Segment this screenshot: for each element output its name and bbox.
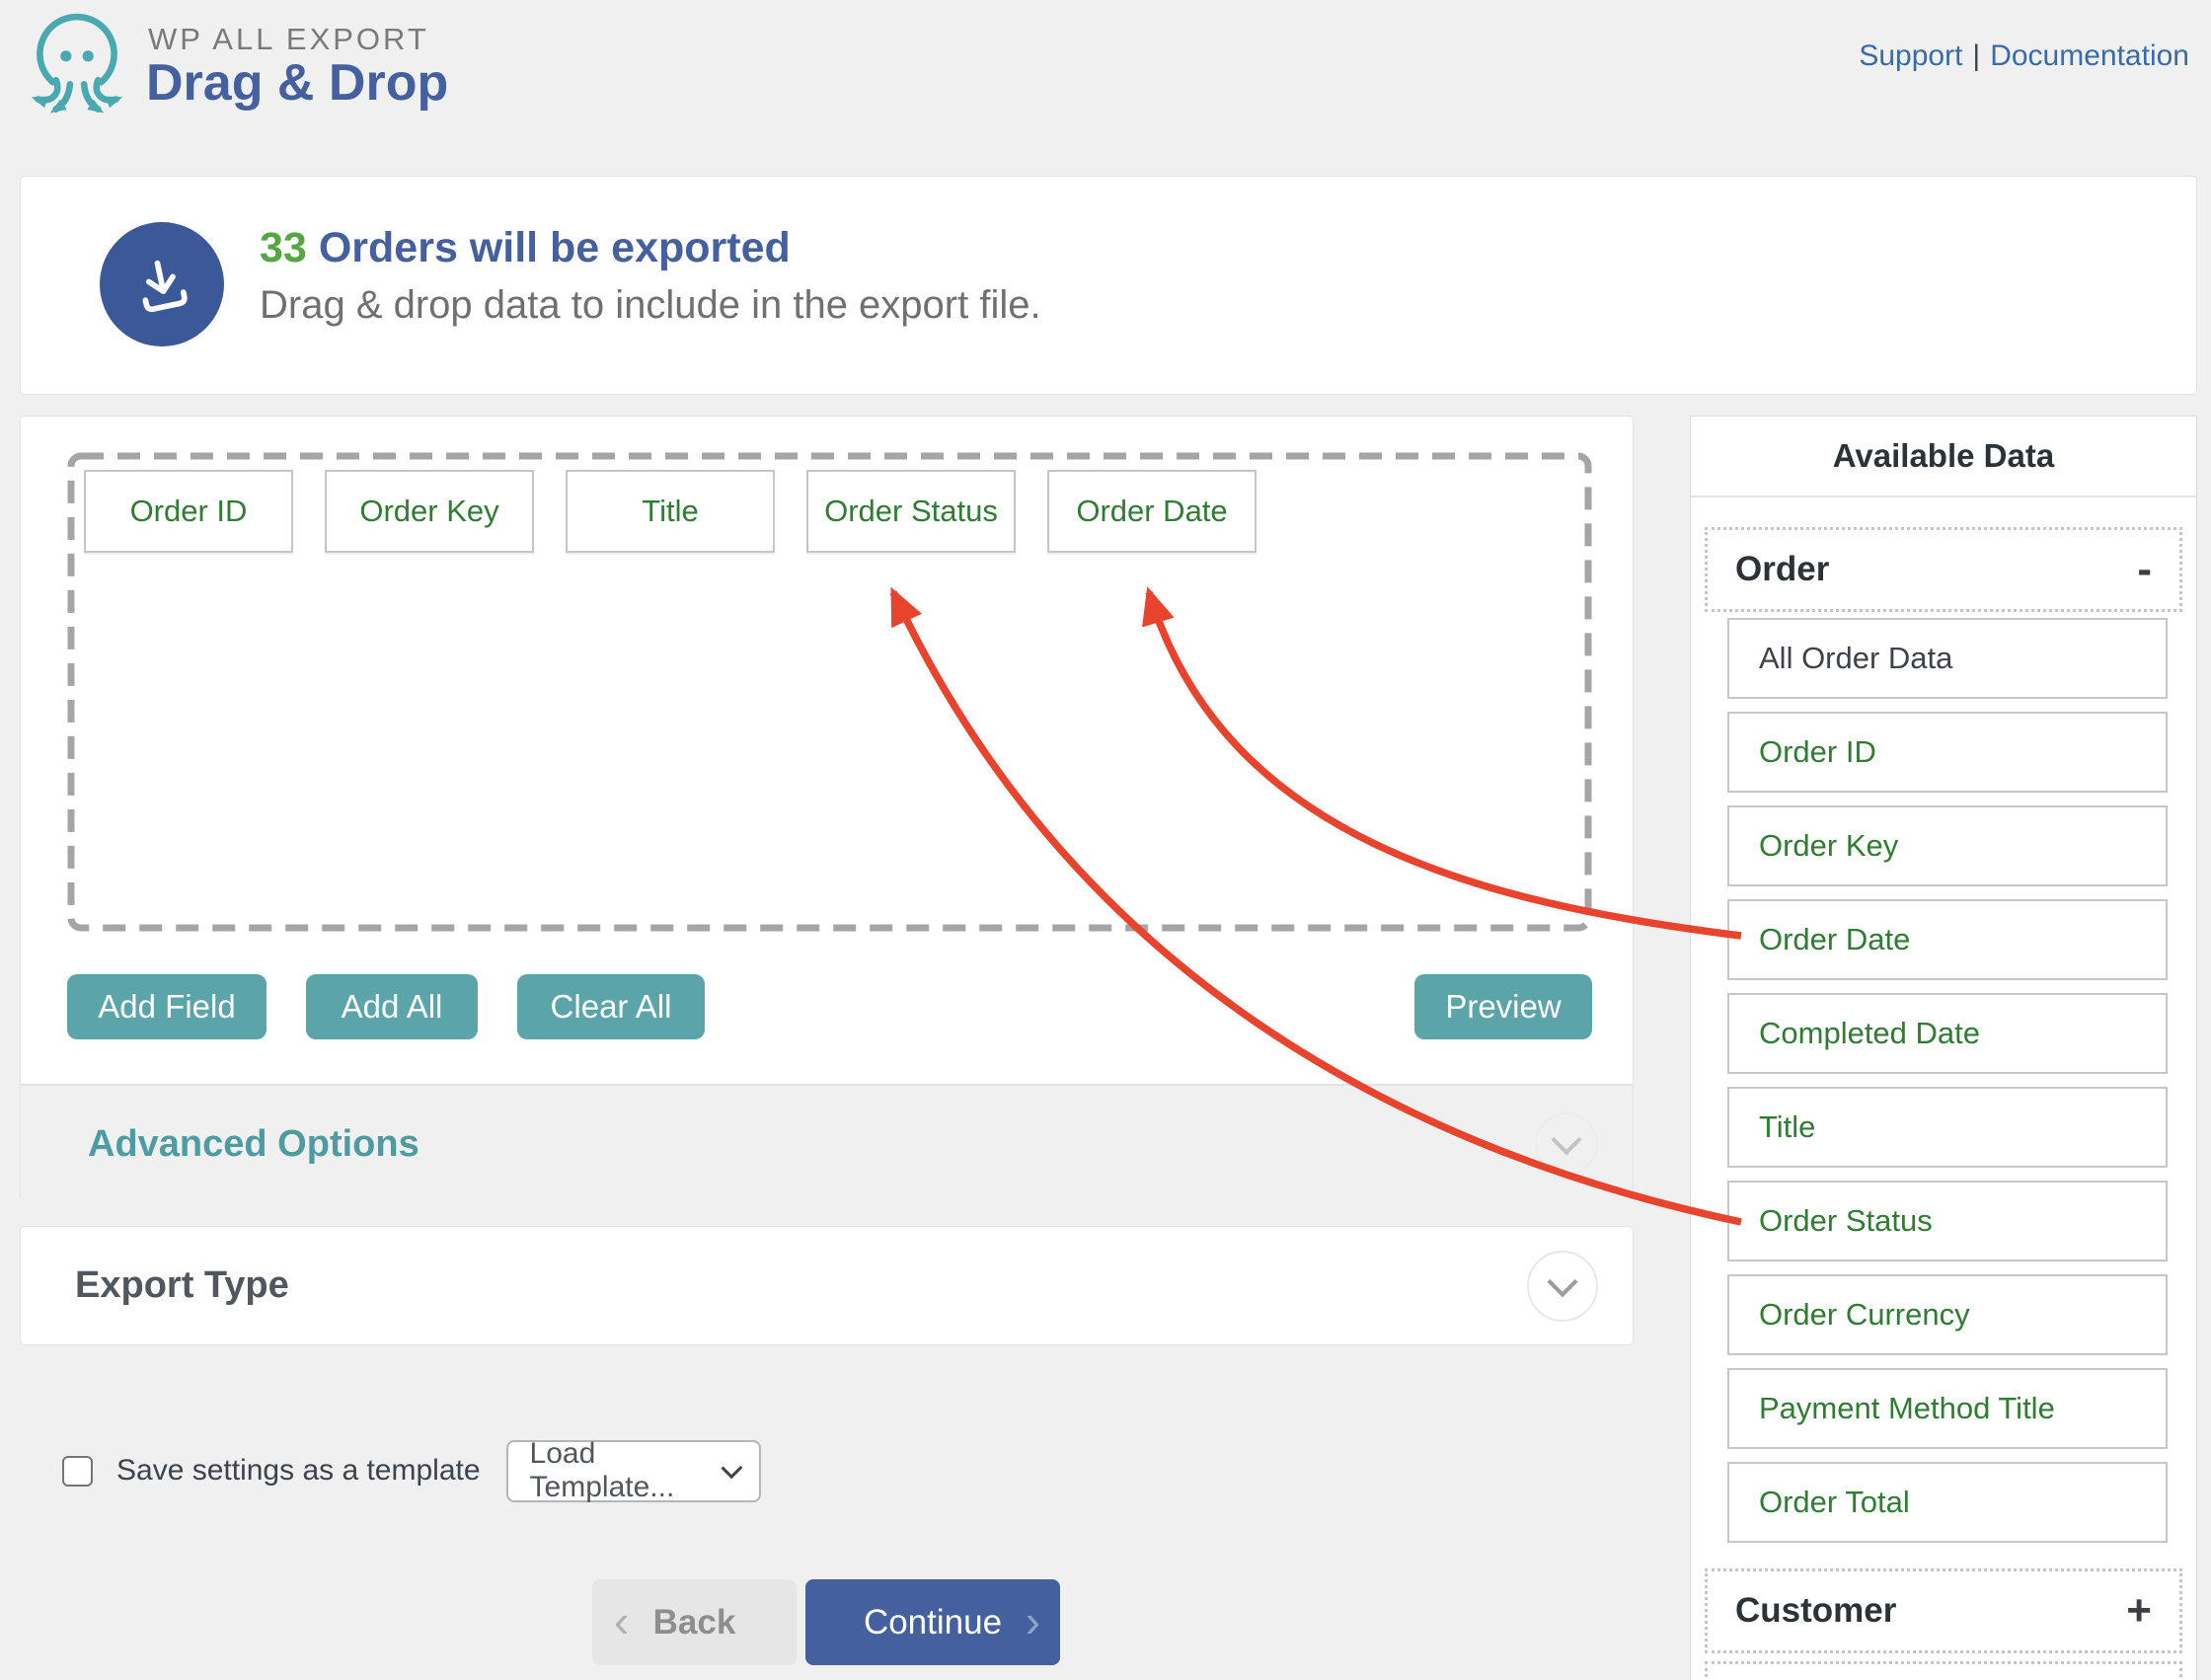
chevron-down-icon: [1551, 1124, 1582, 1156]
continue-button[interactable]: Continue ›: [805, 1579, 1060, 1665]
chevron-down-icon: [1547, 1265, 1578, 1297]
expand-icon[interactable]: +: [2126, 1586, 2152, 1636]
sidebar-item[interactable]: Order Key: [1727, 805, 2168, 886]
export-type-section[interactable]: Export Type: [20, 1226, 1634, 1345]
export-headline-text: Orders will be exported: [318, 224, 791, 271]
advanced-options-expand-button[interactable]: [1535, 1112, 1598, 1176]
sidebar-item[interactable]: Payment Method Title: [1727, 1368, 2168, 1449]
clear-all-button[interactable]: Clear All: [517, 974, 705, 1039]
sidebar-item[interactable]: All Order Data: [1727, 618, 2168, 699]
save-template-checkbox[interactable]: [62, 1455, 93, 1487]
continue-label: Continue: [863, 1602, 1003, 1642]
export-type-label: Export Type: [75, 1264, 289, 1306]
dropzone[interactable]: Order ID Order Key Title Order Status Order …: [67, 452, 1592, 932]
sidebar-items: All Order Data Order ID Order Key Order Dat…: [1727, 618, 2168, 1543]
load-template-value: Load Template...: [529, 1437, 675, 1503]
sidebar-item[interactable]: Order ID: [1727, 712, 2168, 793]
group-label: Customer: [1735, 1591, 1897, 1630]
advanced-options-section[interactable]: Advanced Options: [21, 1084, 1633, 1202]
sidebar-item[interactable]: Order Currency: [1727, 1274, 2168, 1355]
advanced-options-label: Advanced Options: [88, 1122, 419, 1165]
sidebar-item[interactable]: Title: [1727, 1087, 2168, 1168]
export-subtitle: Drag & drop data to include in the expor…: [260, 283, 1041, 327]
export-count: 33: [260, 224, 307, 271]
dropzone-field-chip[interactable]: Order Status: [806, 470, 1016, 553]
wp-all-export-logo octopus-icon: [31, 13, 123, 114]
export-type-expand-button[interactable]: [1527, 1250, 1598, 1322]
page-title: Drag & Drop: [146, 54, 449, 112]
dropzone-field-chip[interactable]: Order Date: [1047, 470, 1257, 553]
back-button[interactable]: ‹ Back: [592, 1579, 797, 1665]
sidebar-group-order[interactable]: Order -: [1705, 527, 2182, 612]
collapse-icon[interactable]: -: [2137, 545, 2152, 594]
save-template-label: Save settings as a template: [116, 1454, 481, 1487]
sidebar-item[interactable]: Order Date: [1727, 899, 2168, 980]
download-badge: [100, 222, 224, 346]
header-links: Support | Documentation: [1859, 39, 2189, 73]
dropzone-field-chip[interactable]: Order ID: [84, 470, 293, 553]
sidebar-group-customer[interactable]: Customer +: [1705, 1568, 2182, 1653]
template-bar: Save settings as a template Load Templat…: [62, 1437, 761, 1503]
link-separator: |: [1972, 39, 1981, 72]
export-summary-card: 33 Orders will be exported Drag & drop da…: [20, 176, 2197, 395]
sidebar-item[interactable]: Order Status: [1727, 1181, 2168, 1261]
chevron-right-icon: ›: [1025, 1594, 1040, 1646]
chevron-left-icon: ‹: [614, 1594, 630, 1646]
dropzone-chips: Order ID Order Key Title Order Status Order …: [84, 470, 1257, 553]
page: WP ALL EXPORT Drag & Drop Support | Docume…: [0, 0, 2211, 1680]
brand-name: WP ALL EXPORT: [148, 22, 429, 56]
documentation-link[interactable]: Documentation: [1990, 39, 2189, 72]
dropzone-field-chip[interactable]: Order Key: [325, 470, 534, 553]
load-template-select[interactable]: Load Template...: [505, 1437, 761, 1503]
available-data-panel: Available Data Order - All Order Data Ord…: [1690, 416, 2197, 1680]
dropzone-field-chip[interactable]: Title: [566, 470, 775, 553]
sidebar-item[interactable]: Order Total: [1727, 1462, 2168, 1543]
field-actions: Add Field Add All Clear All Preview: [67, 974, 1592, 1039]
download-icon: [142, 260, 188, 313]
available-data-title: Available Data: [1691, 417, 2196, 497]
sidebar-group-partial[interactable]: [1705, 1661, 2182, 1680]
preview-button[interactable]: Preview: [1414, 974, 1592, 1039]
add-all-button[interactable]: Add All: [306, 974, 478, 1039]
sidebar-item[interactable]: Completed Date: [1727, 993, 2168, 1074]
field-builder-card: Order ID Order Key Title Order Status Order …: [20, 416, 1634, 1202]
back-label: Back: [652, 1602, 736, 1642]
support-link[interactable]: Support: [1859, 39, 1962, 72]
export-count-headline: 33 Orders will be exported: [260, 224, 791, 272]
add-field-button[interactable]: Add Field: [67, 974, 267, 1039]
group-label: Order: [1735, 550, 1830, 588]
